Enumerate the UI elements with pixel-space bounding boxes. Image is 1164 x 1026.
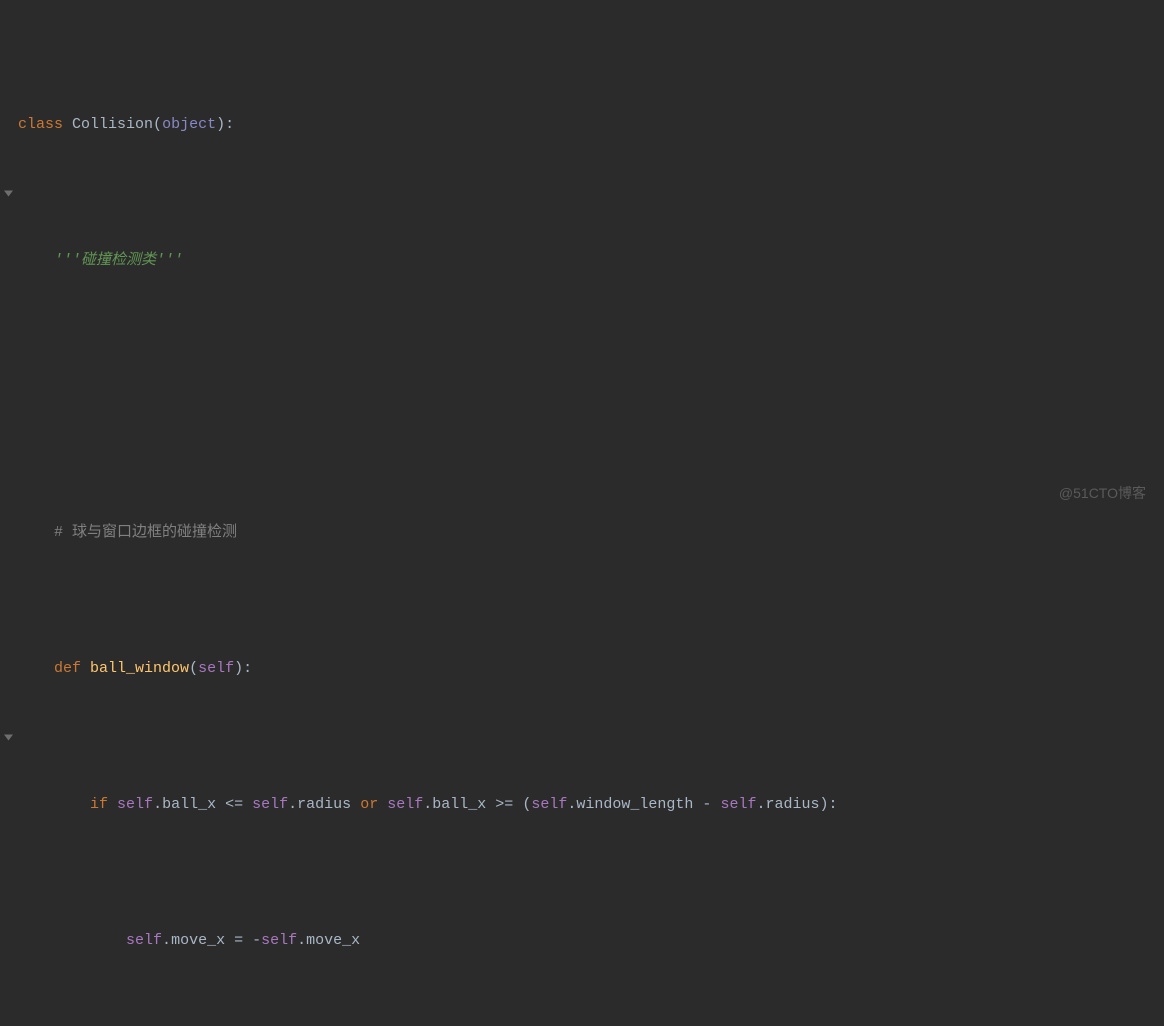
code-content: self.move_x = -self.move_x [18,924,1164,958]
code-line[interactable]: class Collision(object): [0,108,1164,142]
code-content: if self.ball_x <= self.radius or self.ba… [18,788,1164,822]
keyword-if: if [90,796,108,813]
code-content: # 球与窗口边框的碰撞检测 [18,516,1164,550]
code-line[interactable]: self.move_x = -self.move_x [0,924,1164,958]
code-line[interactable]: def ball_window(self): [0,652,1164,686]
code-editor[interactable]: class Collision(object): '''碰撞检测类''' # 球… [0,0,1164,1026]
code-content: class Collision(object): [18,108,1164,142]
keyword-def: def [54,660,81,677]
keyword-or: or [360,796,378,813]
function-name: ball_window [90,660,189,677]
fold-open-icon[interactable] [4,665,13,674]
watermark: @51CTO博客 [1059,483,1146,503]
param-self: self [198,660,234,677]
docstring: '''碰撞检测类''' [54,252,183,269]
code-content [18,380,1164,414]
fold-open-icon[interactable] [4,121,13,130]
code-line[interactable]: if self.ball_x <= self.radius or self.ba… [0,788,1164,822]
code-line[interactable] [0,380,1164,414]
gutter [0,74,18,176]
code-line[interactable]: '''碰撞检测类''' [0,244,1164,278]
code-content: '''碰撞检测类''' [18,244,1164,278]
builtin-object: object [162,116,216,133]
gutter [0,618,18,720]
comment: # 球与窗口边框的碰撞检测 [54,524,237,541]
class-name: Collision [72,116,153,133]
code-content: def ball_window(self): [18,652,1164,686]
code-line[interactable]: # 球与窗口边框的碰撞检测 [0,516,1164,550]
